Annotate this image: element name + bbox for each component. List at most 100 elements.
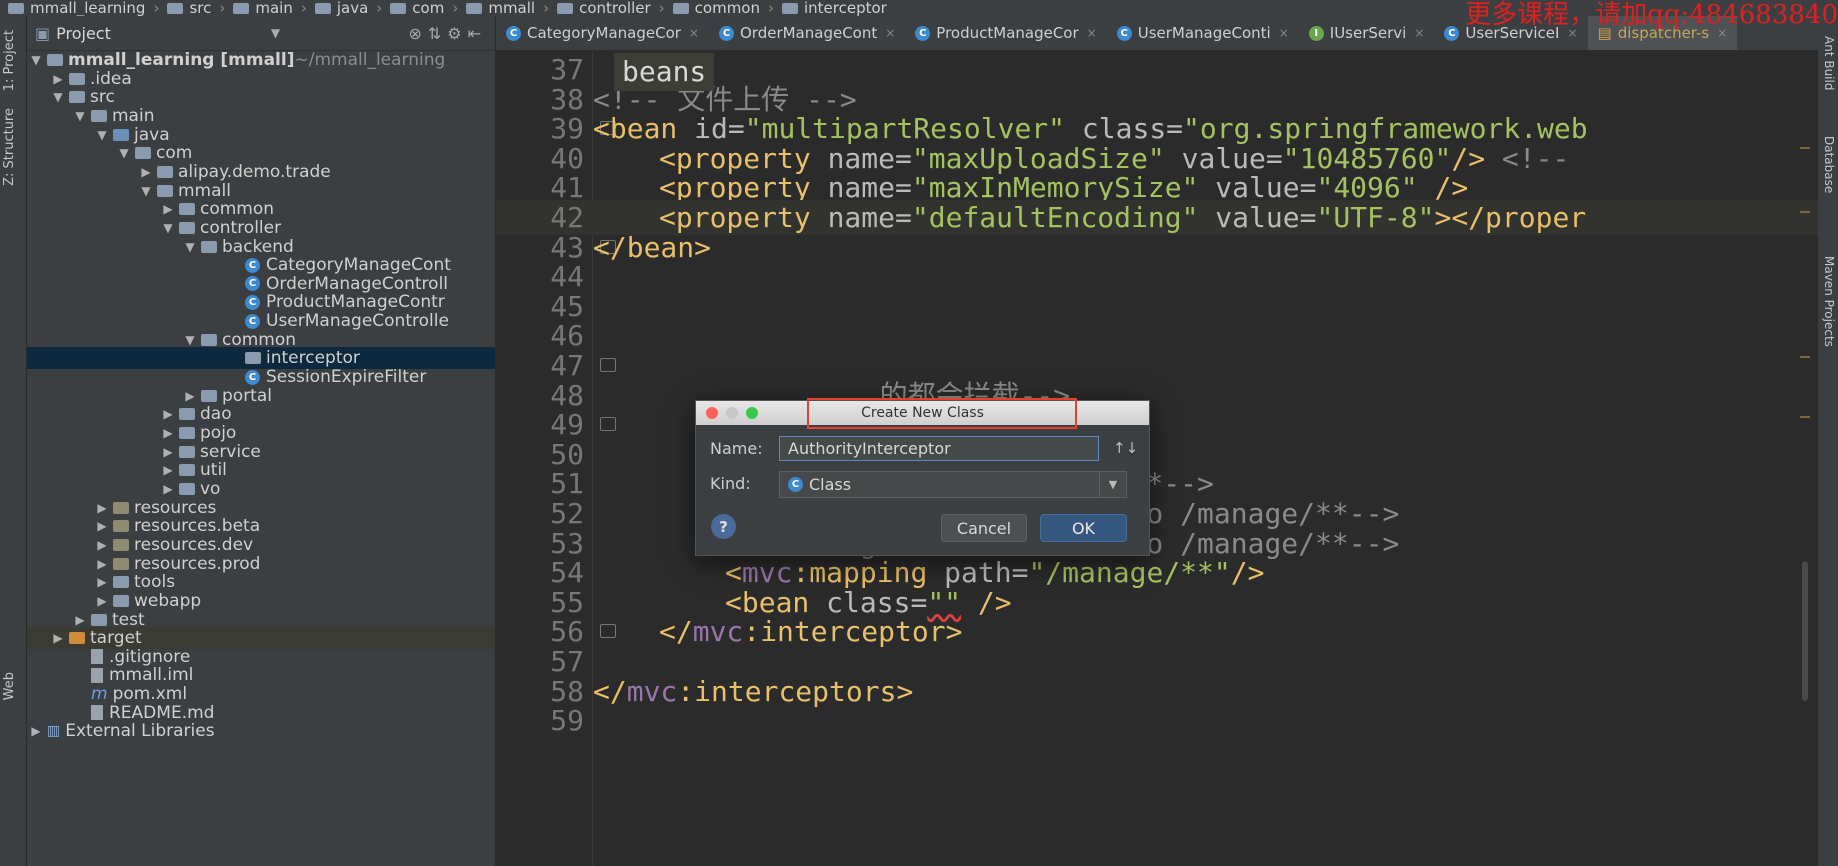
editor-tab[interactable]: C ProductManageCor × <box>905 16 1106 50</box>
expand-arrow-icon[interactable]: ▼ <box>183 333 197 347</box>
collapse-arrow-icon[interactable]: ▶ <box>95 557 109 571</box>
class-icon: C <box>915 25 931 41</box>
collapse-arrow-icon[interactable]: ▶ <box>95 575 109 589</box>
breadcrumb-item[interactable]: src › <box>167 0 225 16</box>
breadcrumb-label: common <box>694 0 760 16</box>
collapse-arrow-icon[interactable]: ▶ <box>161 482 175 496</box>
breadcrumb-item[interactable]: java › <box>314 0 382 16</box>
breadcrumb-label: com <box>412 0 445 16</box>
editor-tab[interactable]: C OrderManageCont × <box>709 16 905 50</box>
left-tool-strip: 1: Project Z: Structure Web <box>0 16 27 866</box>
folder-icon <box>314 2 331 14</box>
breadcrumb-item[interactable]: common › <box>672 0 774 16</box>
hide-panel-icon[interactable]: ⇤ <box>468 24 487 43</box>
cancel-button[interactable]: Cancel <box>941 514 1027 542</box>
title-highlight-box <box>807 398 1077 429</box>
breadcrumb-separator-icon: › <box>543 0 550 16</box>
collapse-arrow-icon[interactable]: ▶ <box>95 538 109 552</box>
class-icon: C <box>245 313 260 329</box>
zoom-window-icon[interactable] <box>746 407 758 419</box>
ok-button[interactable]: OK <box>1040 514 1127 542</box>
close-tab-icon[interactable]: × <box>885 26 895 40</box>
folder-icon <box>69 72 85 85</box>
gear-icon[interactable]: ⚙ <box>447 24 467 43</box>
fold-marker-icon[interactable] <box>600 417 616 432</box>
class-icon: C <box>245 276 260 292</box>
breadcrumb-separator-icon: › <box>219 0 226 16</box>
close-tab-icon[interactable]: × <box>1414 26 1424 40</box>
scroll-marker <box>1800 147 1810 149</box>
breadcrumb-separator-icon: › <box>452 0 459 16</box>
editor-tab[interactable]: C UserManageConti × <box>1107 16 1299 50</box>
expand-arrow-icon[interactable]: ▼ <box>29 53 43 67</box>
chevron-down-icon[interactable]: ▼ <box>1099 472 1126 497</box>
close-tab-icon[interactable]: × <box>689 26 699 40</box>
collapse-arrow-icon[interactable]: ▶ <box>183 389 197 403</box>
collapse-arrow-icon[interactable]: ▶ <box>139 165 153 179</box>
ant-build-tool-tab[interactable]: Ant Build <box>1822 36 1836 90</box>
collapse-arrow-icon[interactable]: ▶ <box>51 72 65 86</box>
collapse-arrow-icon[interactable]: ▶ <box>161 426 175 440</box>
expand-arrow-icon[interactable]: ▼ <box>161 221 175 235</box>
scrollbar-markers[interactable] <box>1800 51 1810 866</box>
sync-icon[interactable]: ⊗ <box>408 24 427 43</box>
collapse-arrow-icon[interactable]: ▶ <box>95 594 109 608</box>
maven-projects-tool-tab[interactable]: Maven Projects <box>1822 256 1836 347</box>
expand-arrow-icon[interactable]: ▼ <box>95 128 109 142</box>
scrollbar-thumb[interactable] <box>1802 561 1808 701</box>
fold-marker-icon[interactable] <box>600 358 616 372</box>
package-icon <box>179 408 195 421</box>
xml-breadcrumb[interactable]: beans <box>614 53 715 91</box>
project-panel-title[interactable]: Project <box>56 24 111 43</box>
expand-arrow-icon[interactable]: ▼ <box>117 146 131 160</box>
package-icon <box>157 165 173 178</box>
help-button[interactable]: ? <box>711 514 736 539</box>
collapse-arrow-icon[interactable]: ▶ <box>161 463 175 477</box>
editor-tab-label: UserManageConti <box>1137 24 1271 42</box>
collapse-arrow-icon[interactable]: ▶ <box>73 613 87 627</box>
editor-tab[interactable]: I IUserServi × <box>1299 16 1435 50</box>
web-tool-tab[interactable]: Web <box>2 672 17 700</box>
collapse-arrow-icon[interactable]: ▶ <box>51 631 65 645</box>
code-line[interactable]: 59 <box>496 703 1818 738</box>
package-icon <box>245 352 261 365</box>
breadcrumb-item[interactable]: com › <box>390 0 458 16</box>
breadcrumb-item[interactable]: main › <box>233 0 307 16</box>
collapse-arrow-icon[interactable]: ▶ <box>95 519 109 533</box>
project-tool-tab[interactable]: 1: Project <box>2 30 17 91</box>
breadcrumb-label: src <box>189 0 212 16</box>
expand-arrow-icon[interactable]: ▼ <box>183 240 197 254</box>
editor-tab[interactable]: C CategoryManageCor × <box>496 16 709 50</box>
close-tab-icon[interactable]: × <box>1087 26 1097 40</box>
collapse-arrow-icon[interactable]: ▶ <box>29 724 43 738</box>
view-dropdown-icon[interactable]: ▼ <box>271 26 280 40</box>
close-window-icon[interactable] <box>706 407 718 419</box>
expand-arrow-icon[interactable]: ▼ <box>51 90 65 104</box>
collapse-arrow-icon[interactable]: ▶ <box>95 501 109 515</box>
sort-arrows-icon[interactable]: ↑↓ <box>1113 439 1138 457</box>
collapse-arrow-icon[interactable]: ▶ <box>161 202 175 216</box>
folder-icon <box>557 2 574 14</box>
breadcrumb-item[interactable]: mmall › <box>466 0 549 16</box>
breadcrumb-item[interactable]: controller › <box>557 0 665 16</box>
close-tab-icon[interactable]: × <box>1279 26 1289 40</box>
collapse-arrow-icon[interactable]: ▶ <box>161 407 175 421</box>
folder-icon <box>47 54 63 66</box>
database-tool-tab[interactable]: Database <box>1822 136 1836 193</box>
folder-icon <box>390 2 407 14</box>
tree-item[interactable]: ▶ ▥ External Libraries <box>27 720 495 742</box>
breadcrumb-item[interactable]: interceptor <box>782 0 887 16</box>
expand-arrow-icon[interactable]: ▼ <box>73 109 87 123</box>
folder-icon <box>233 2 250 14</box>
structure-tool-tab[interactable]: Z: Structure <box>2 108 17 186</box>
kind-dropdown[interactable]: C Class ▼ <box>779 471 1127 498</box>
expand-arrow-icon[interactable]: ▼ <box>139 184 153 198</box>
file-icon <box>91 705 103 721</box>
fold-marker-icon[interactable] <box>600 624 616 639</box>
breadcrumb-item[interactable]: mmall_learning › <box>8 0 159 16</box>
package-icon <box>135 147 151 160</box>
collapse-icon[interactable]: ⇅ <box>428 24 447 43</box>
class-icon: C <box>245 294 260 310</box>
collapse-arrow-icon[interactable]: ▶ <box>161 445 175 459</box>
class-name-input[interactable] <box>779 436 1099 461</box>
